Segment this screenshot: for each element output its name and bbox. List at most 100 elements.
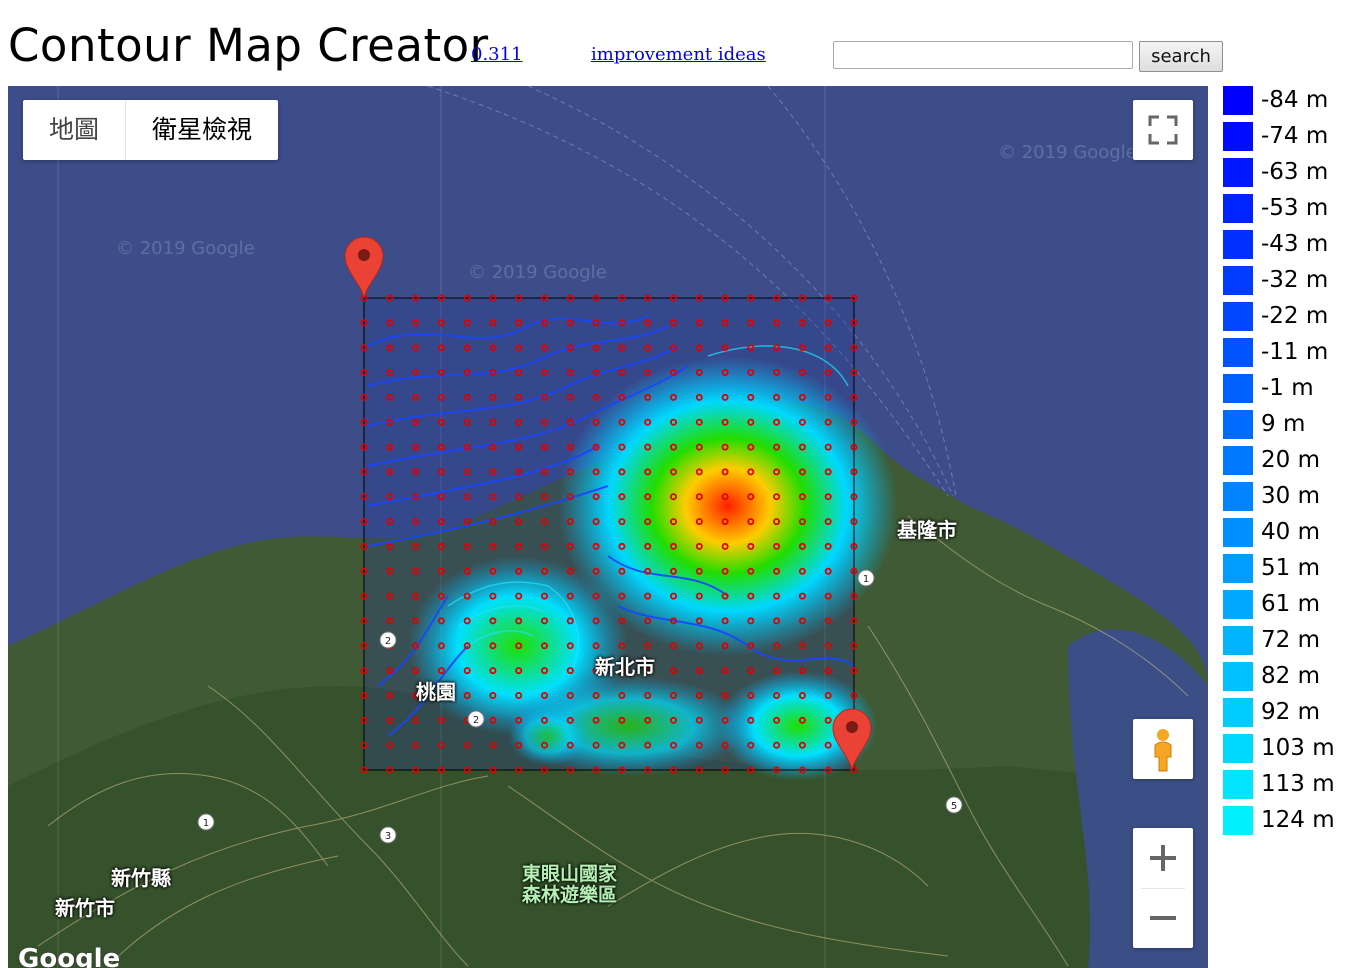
map-type-control: 地圖 衛星檢視 [23, 100, 279, 160]
legend-item: -11 m [1223, 338, 1372, 370]
legend-swatch [1223, 194, 1253, 223]
map-label-new-taipei: 新北市 [595, 655, 655, 679]
legend-swatch [1223, 626, 1253, 655]
zoom-out-button[interactable] [1133, 888, 1193, 948]
legend-item: -63 m [1223, 158, 1372, 190]
search-input[interactable] [833, 41, 1133, 69]
legend-label: 61 m [1261, 591, 1320, 617]
version-link[interactable]: 0.311 [471, 44, 523, 65]
road-shield-icon: 2 [379, 631, 397, 649]
fullscreen-icon [1148, 115, 1178, 145]
legend-swatch [1223, 338, 1253, 367]
zoom-control [1133, 828, 1193, 948]
legend-swatch [1223, 158, 1253, 187]
legend-item: -84 m [1223, 86, 1372, 118]
legend-label: 124 m [1261, 807, 1335, 833]
legend-swatch [1223, 410, 1253, 439]
map-watermark: © 2019 Google [116, 238, 255, 259]
legend-label: 82 m [1261, 663, 1320, 689]
legend-label: 103 m [1261, 735, 1335, 761]
map-type-tab-map[interactable]: 地圖 [23, 100, 125, 160]
road-shield-icon: 3 [379, 826, 397, 844]
map-type-tab-satellite[interactable]: 衛星檢視 [125, 100, 278, 160]
map-label-taoyuan: 桃園 [416, 680, 456, 704]
legend-item: 124 m [1223, 806, 1372, 838]
legend-item: 113 m [1223, 770, 1372, 802]
legend-swatch [1223, 302, 1253, 331]
map-label-keelung: 基隆市 [897, 518, 957, 542]
legend-label: 9 m [1261, 411, 1306, 437]
map-watermark: © 2019 Google [998, 142, 1137, 163]
plus-icon [1150, 845, 1176, 871]
legend-swatch [1223, 590, 1253, 619]
legend-swatch [1223, 518, 1253, 547]
road-shield-number: 1 [203, 818, 209, 829]
road-shield-number: 2 [385, 636, 391, 647]
road-shield-icon: 1 [197, 813, 215, 831]
legend-label: -74 m [1261, 123, 1329, 149]
legend-swatch [1223, 554, 1253, 583]
google-logo[interactable]: Google [18, 944, 120, 968]
legend-label: -11 m [1261, 339, 1329, 365]
legend-swatch [1223, 86, 1253, 115]
legend-label: -53 m [1261, 195, 1329, 221]
legend-item: 51 m [1223, 554, 1372, 586]
legend-label: -84 m [1261, 87, 1329, 113]
legend-item: -53 m [1223, 194, 1372, 226]
zoom-in-button[interactable] [1133, 828, 1193, 888]
legend-label: 113 m [1261, 771, 1335, 797]
legend-swatch [1223, 770, 1253, 799]
legend-item: 30 m [1223, 482, 1372, 514]
legend-swatch [1223, 374, 1253, 403]
legend-label: 51 m [1261, 555, 1320, 581]
legend-item: -22 m [1223, 302, 1372, 334]
legend-item: -1 m [1223, 374, 1372, 406]
map-watermark: © 2019 Google [468, 262, 607, 283]
fullscreen-button[interactable] [1133, 100, 1193, 160]
legend-swatch [1223, 734, 1253, 763]
road-shield-icon: 2 [467, 710, 485, 728]
legend-swatch [1223, 266, 1253, 295]
legend-item: 92 m [1223, 698, 1372, 730]
legend-swatch [1223, 230, 1253, 259]
legend-label: 40 m [1261, 519, 1320, 545]
legend-item: 82 m [1223, 662, 1372, 694]
legend-label: 20 m [1261, 447, 1320, 473]
satellite-imagery: 1 2 2 1 3 5 [8, 86, 1208, 968]
legend-item: 20 m [1223, 446, 1372, 478]
legend-item: -32 m [1223, 266, 1372, 298]
map-label-hsinchu-city: 新竹市 [55, 896, 115, 920]
legend-label: 30 m [1261, 483, 1320, 509]
pegman-icon [1154, 729, 1172, 772]
legend-label: 72 m [1261, 627, 1320, 653]
road-shield-icon: 5 [945, 796, 963, 814]
legend-item: 61 m [1223, 590, 1372, 622]
legend-item: -43 m [1223, 230, 1372, 262]
map-view[interactable]: 1 2 2 1 3 5 © 2019 Google © 2019 Google © 201… [8, 86, 1208, 968]
road-shield-number: 1 [863, 574, 869, 585]
road-shield-number: 3 [385, 831, 391, 842]
legend-label: -63 m [1261, 159, 1329, 185]
legend-item: 72 m [1223, 626, 1372, 658]
legend-swatch [1223, 806, 1253, 835]
legend-label: -1 m [1261, 375, 1314, 401]
road-shield-number: 5 [951, 801, 957, 812]
legend-item: 103 m [1223, 734, 1372, 766]
road-shield-number: 2 [473, 715, 479, 726]
legend-item: 9 m [1223, 410, 1372, 442]
legend-item: 40 m [1223, 518, 1372, 550]
search-button[interactable]: search [1139, 41, 1223, 72]
legend-label: -22 m [1261, 303, 1329, 329]
legend-label: 92 m [1261, 699, 1320, 725]
map-label-hsinchu-county: 新竹縣 [111, 866, 171, 890]
street-view-pegman-button[interactable] [1133, 719, 1193, 779]
improvement-ideas-link[interactable]: improvement ideas [591, 44, 766, 65]
legend-label: -43 m [1261, 231, 1329, 257]
legend-swatch [1223, 122, 1253, 151]
legend-swatch [1223, 482, 1253, 511]
legend-item: -74 m [1223, 122, 1372, 154]
minus-icon [1150, 916, 1176, 920]
legend-swatch [1223, 698, 1253, 727]
page-title: Contour Map Creator [8, 19, 489, 72]
legend-swatch [1223, 446, 1253, 475]
